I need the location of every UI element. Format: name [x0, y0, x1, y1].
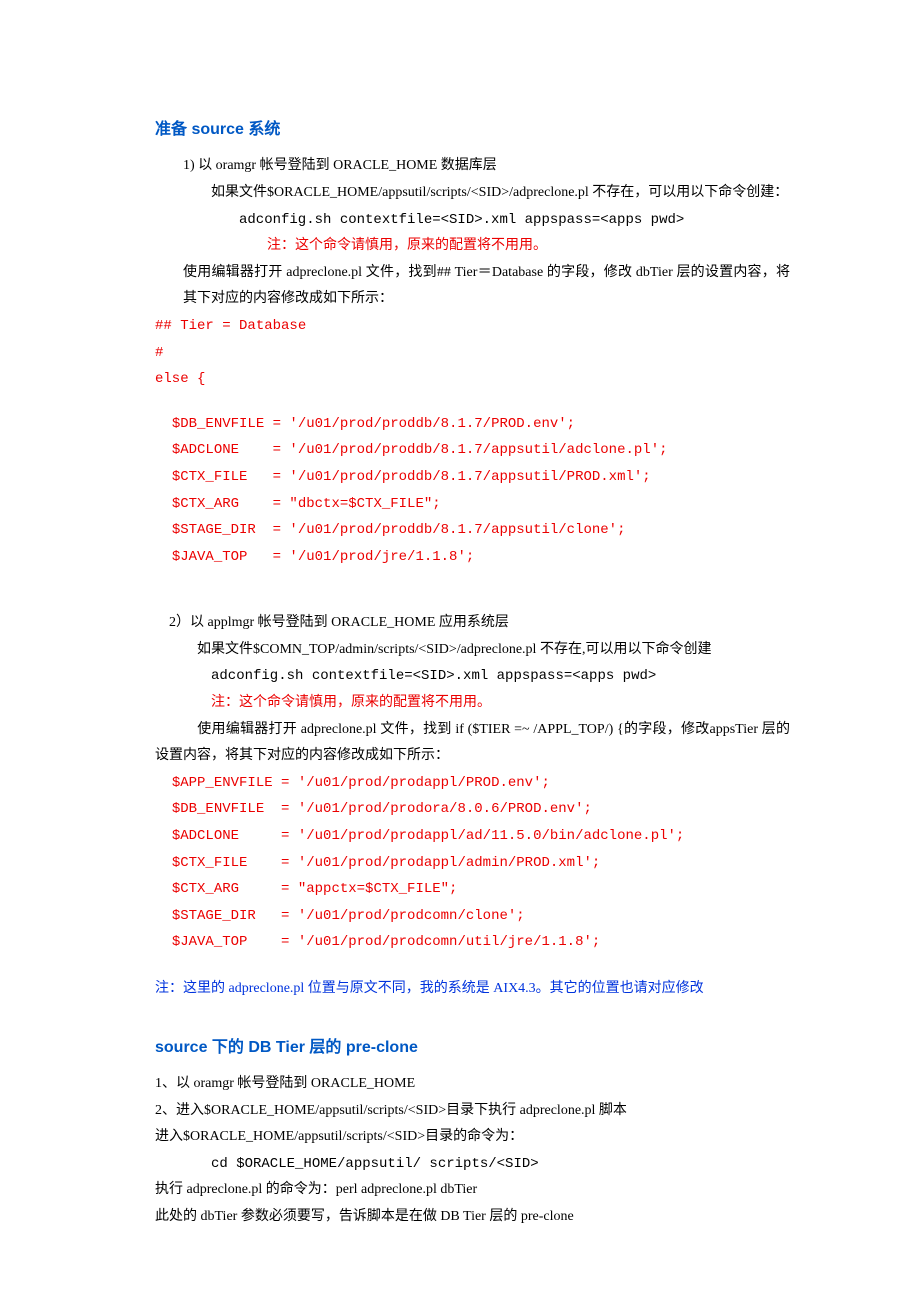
step2-cmd: adconfig.sh contextfile=<SID>.xml appspa… — [155, 663, 790, 690]
code2-f: $STAGE_DIR = '/u01/prod/prodcomn/clone'; — [155, 903, 790, 930]
document-page: 准备 source 系统 1) 以 oramgr 帐号登陆到 ORACLE_HO… — [0, 0, 920, 1302]
code1-f: $CTX_FILE = '/u01/prod/proddb/8.1.7/apps… — [155, 464, 790, 491]
step2-note: 注：这个命令请慎用，原来的配置将不用用。 — [155, 690, 790, 717]
code2-g: $JAVA_TOP = '/u01/prod/prodcomn/util/jre… — [155, 929, 790, 956]
step1-desc: 如果文件$ORACLE_HOME/appsutil/scripts/<SID>/… — [155, 180, 790, 207]
step2-instr-text: 使用编辑器打开 adpreclone.pl 文件，找到 if ($TIER =~… — [155, 722, 790, 764]
s2-l5: 执行 adpreclone.pl 的命令为：perl adpreclone.pl… — [155, 1177, 790, 1204]
step1-desc-text: 如果文件$ORACLE_HOME/appsutil/scripts/<SID>/… — [211, 185, 788, 200]
footnote: 注：这里的 adpreclone.pl 位置与原文不同，我的系统是 AIX4.3… — [155, 976, 790, 1003]
step1-cmd: adconfig.sh contextfile=<SID>.xml appspa… — [155, 207, 790, 234]
code1-a: ## Tier = Database — [155, 313, 790, 340]
spacer2 — [155, 956, 790, 976]
code1-blank — [155, 393, 790, 411]
spacer — [155, 570, 790, 610]
step2-line: 2）以 applmgr 帐号登陆到 ORACLE_HOME 应用系统层 — [155, 610, 790, 637]
section1-heading: 准备 source 系统 — [155, 115, 790, 145]
code1-b: # — [155, 340, 790, 367]
code2-d: $CTX_FILE = '/u01/prod/prodappl/admin/PR… — [155, 850, 790, 877]
code1-e: $ADCLONE = '/u01/prod/proddb/8.1.7/appsu… — [155, 437, 790, 464]
step1-line: 1) 以 oramgr 帐号登陆到 ORACLE_HOME 数据库层 — [155, 153, 790, 180]
code2-e: $CTX_ARG = "appctx=$CTX_FILE"; — [155, 876, 790, 903]
s2-l3: 进入$ORACLE_HOME/appsutil/scripts/<SID>目录的… — [155, 1124, 790, 1151]
step1-instr: 使用编辑器打开 adpreclone.pl 文件，找到## Tier＝Datab… — [155, 260, 790, 313]
s2-l2: 2、进入$ORACLE_HOME/appsutil/scripts/<SID>目… — [155, 1098, 790, 1125]
code2-a: $APP_ENVFILE = '/u01/prod/prodappl/PROD.… — [155, 770, 790, 797]
step2-instr: 使用编辑器打开 adpreclone.pl 文件，找到 if ($TIER =~… — [155, 717, 790, 770]
step2-desc: 如果文件$COMN_TOP/admin/scripts/<SID>/adprec… — [155, 637, 790, 664]
code1-h: $STAGE_DIR = '/u01/prod/proddb/8.1.7/app… — [155, 517, 790, 544]
section2-heading: source 下的 DB Tier 层的 pre-clone — [155, 1033, 790, 1063]
code1-g: $CTX_ARG = "dbctx=$CTX_FILE"; — [155, 491, 790, 518]
s2-l1: 1、以 oramgr 帐号登陆到 ORACLE_HOME — [155, 1071, 790, 1098]
code2-b: $DB_ENVFILE = '/u01/prod/prodora/8.0.6/P… — [155, 796, 790, 823]
code1-d: $DB_ENVFILE = '/u01/prod/proddb/8.1.7/PR… — [155, 411, 790, 438]
code1-c: else { — [155, 366, 790, 393]
code2-c: $ADCLONE = '/u01/prod/prodappl/ad/11.5.0… — [155, 823, 790, 850]
code1-i: $JAVA_TOP = '/u01/prod/jre/1.1.8'; — [155, 544, 790, 571]
s2-l6: 此处的 dbTier 参数必须要写，告诉脚本是在做 DB Tier 层的 pre… — [155, 1204, 790, 1231]
s2-l4: cd $ORACLE_HOME/appsutil/ scripts/<SID> — [155, 1151, 790, 1178]
step1-note: 注：这个命令请慎用，原来的配置将不用用。 — [155, 233, 790, 260]
